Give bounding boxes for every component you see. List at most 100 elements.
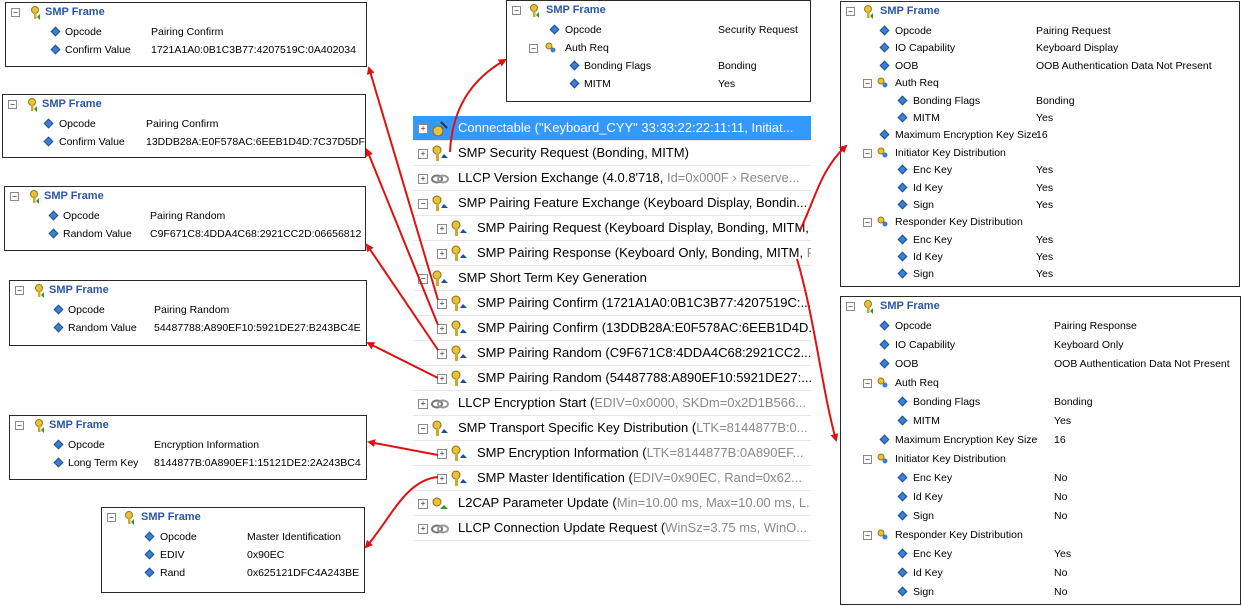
tree-row-summary: SMP Pairing Feature Exchange (Keyboard D… — [458, 195, 808, 210]
tree-row-label: LLCP Connection Update Request (WinSz=3.… — [458, 520, 807, 535]
expand-toggle[interactable]: + — [418, 149, 428, 159]
smp-icon — [450, 220, 468, 238]
tree-row[interactable]: + SMP Pairing Confirm (1721A1A0:0B1C3B77:… — [413, 291, 811, 316]
field-icon — [879, 434, 890, 445]
group-icon — [877, 453, 888, 464]
field-icon — [897, 269, 908, 279]
collapse-toggle[interactable]: − — [15, 421, 24, 430]
collapse-toggle[interactable]: − — [863, 79, 872, 89]
smp-frame-encryption-information: − SMP Frame Opcode Encryption Information… — [9, 415, 367, 480]
tree-row[interactable]: + LLCP Encryption Start (EDIV=0x0000, SKD… — [413, 391, 811, 416]
field-icon — [879, 320, 890, 331]
tree-row-label: LLCP Encryption Start (EDIV=0x0000, SKDm… — [458, 395, 806, 410]
collapse-toggle[interactable]: − — [8, 100, 17, 109]
field-value: Security Request — [718, 24, 798, 36]
field-icon — [53, 439, 64, 450]
field-icon — [897, 396, 908, 407]
collapse-toggle[interactable]: − — [863, 531, 872, 540]
collapse-toggle[interactable]: − — [529, 44, 538, 53]
expand-toggle[interactable]: + — [437, 224, 447, 234]
expand-toggle[interactable]: + — [437, 249, 447, 259]
field-icon — [569, 60, 580, 71]
field-label: Opcode — [59, 118, 96, 130]
field-label: OOB — [895, 59, 919, 72]
collapse-toggle[interactable]: − — [512, 6, 521, 15]
expand-toggle[interactable]: + — [437, 324, 447, 334]
expand-toggle[interactable]: − — [418, 424, 428, 434]
smp-frame-pairing-confirm-2: − SMP Frame Opcode Pairing Confirm Confir… — [2, 94, 366, 158]
field-icon — [43, 118, 54, 129]
field-value: 8144877B:0A890EF1:15121DE2:2A243BC4 — [154, 457, 361, 469]
field-label: Maximum Encryption Key Size — [895, 434, 1038, 446]
frame-title: SMP Frame — [49, 284, 109, 296]
expand-toggle[interactable]: + — [418, 399, 428, 409]
collapse-toggle[interactable]: − — [863, 379, 872, 388]
smp-frame-icon — [864, 300, 873, 314]
expand-toggle[interactable]: + — [437, 374, 447, 384]
tree-row-summary: Connectable ("Keyboard_CYY" 33:33:22:22:… — [458, 120, 794, 135]
field-value: Yes — [1036, 164, 1054, 177]
collapse-toggle[interactable]: − — [846, 302, 855, 311]
tree-row[interactable]: + SMP Pairing Random (54487788:A890EF10:5… — [413, 366, 811, 391]
collapse-toggle[interactable]: − — [846, 7, 855, 16]
expand-toggle[interactable]: + — [437, 474, 447, 484]
field-value: OOB Authentication Data Not Present — [1054, 358, 1230, 370]
tree-row[interactable]: + LLCP Connection Update Request (WinSz=3… — [413, 516, 811, 541]
tree-row[interactable]: + SMP Security Request (Bonding, MITM) — [413, 141, 811, 166]
field-value: Master Identification — [247, 531, 341, 543]
field-label: IO Capability — [895, 339, 956, 351]
tree-row-summary: SMP Pairing Confirm (1721A1A0:0B1C3B77:4… — [477, 295, 811, 310]
expand-toggle[interactable]: + — [418, 124, 428, 134]
expand-toggle[interactable]: + — [437, 299, 447, 309]
collapse-toggle[interactable]: − — [107, 513, 116, 522]
tree-row[interactable]: + LLCP Version Exchange (4.0.8'718, Id=0x… — [413, 166, 811, 191]
tree-row[interactable]: + Connectable ("Keyboard_CYY" 33:33:22:22… — [413, 116, 811, 141]
tree-row[interactable]: + L2CAP Parameter Update (Min=10.00 ms, M… — [413, 491, 811, 516]
frame-title: SMP Frame — [45, 6, 105, 18]
collapse-toggle[interactable]: − — [863, 455, 872, 464]
expand-toggle[interactable]: + — [418, 174, 428, 184]
tree-row[interactable]: − SMP Short Term Key Generation — [413, 266, 811, 291]
smp-icon — [450, 245, 468, 263]
field-label: Sign — [913, 198, 935, 211]
tree-row-label: SMP Pairing Random (54487788:A890EF10:59… — [477, 370, 811, 385]
field-icon — [897, 95, 908, 106]
collapse-toggle[interactable]: − — [863, 218, 872, 228]
field-icon — [897, 182, 908, 192]
field-value: 16 — [1054, 434, 1066, 446]
expand-toggle[interactable]: + — [418, 524, 428, 534]
collapse-toggle[interactable]: − — [10, 192, 19, 201]
expand-toggle[interactable]: + — [437, 449, 447, 459]
tree-row-label: SMP Security Request (Bonding, MITM) — [458, 145, 689, 160]
tree-row-summary: SMP Short Term Key Generation — [458, 270, 647, 285]
tree-row[interactable]: + SMP Encryption Information (LTK=8144877… — [413, 441, 811, 466]
field-icon — [144, 549, 155, 560]
expand-toggle[interactable]: − — [418, 199, 428, 209]
group-icon — [877, 377, 888, 388]
field-icon — [43, 136, 54, 147]
tree-row[interactable]: + SMP Pairing Request (Keyboard Display, … — [413, 216, 811, 241]
expand-toggle[interactable]: + — [437, 349, 447, 359]
tree-row[interactable]: − SMP Transport Specific Key Distribution… — [413, 416, 811, 441]
tree-row[interactable]: + SMP Pairing Confirm (13DDB28A:E0F578AC:… — [413, 316, 811, 341]
smp-frame-master-identification: − SMP Frame Opcode Master Identification … — [101, 507, 365, 593]
expand-toggle[interactable]: − — [418, 274, 428, 284]
tree-row[interactable]: − SMP Pairing Feature Exchange (Keyboard … — [413, 191, 811, 216]
field-label: Enc Key — [913, 164, 953, 177]
tree-row[interactable]: + SMP Pairing Response (Keyboard Only, Bo… — [413, 241, 811, 266]
tree-row-summary: L2CAP Parameter Update ( — [458, 495, 617, 510]
smp-frame-pairing-response: − SMP Frame Opcode Pairing Response IO Capab… — [840, 296, 1241, 605]
collapse-toggle[interactable]: − — [11, 8, 20, 17]
expand-toggle[interactable]: + — [418, 499, 428, 509]
field-value: Yes — [1036, 233, 1054, 246]
tree-row[interactable]: + SMP Pairing Random (C9F671C8:4DDA4C68:2… — [413, 341, 811, 366]
field-icon — [897, 510, 908, 521]
field-label: MITM — [913, 415, 940, 427]
field-icon — [897, 567, 908, 578]
tree-row[interactable]: + SMP Master Identification (EDIV=0x90EC,… — [413, 466, 811, 491]
field-value: 54487788:A890EF10:5921DE27:B243BC4E — [154, 322, 361, 334]
smp-icon — [431, 195, 449, 213]
smp-frame-icon — [28, 98, 37, 112]
collapse-toggle[interactable]: − — [15, 286, 24, 295]
collapse-toggle[interactable]: − — [863, 148, 872, 158]
